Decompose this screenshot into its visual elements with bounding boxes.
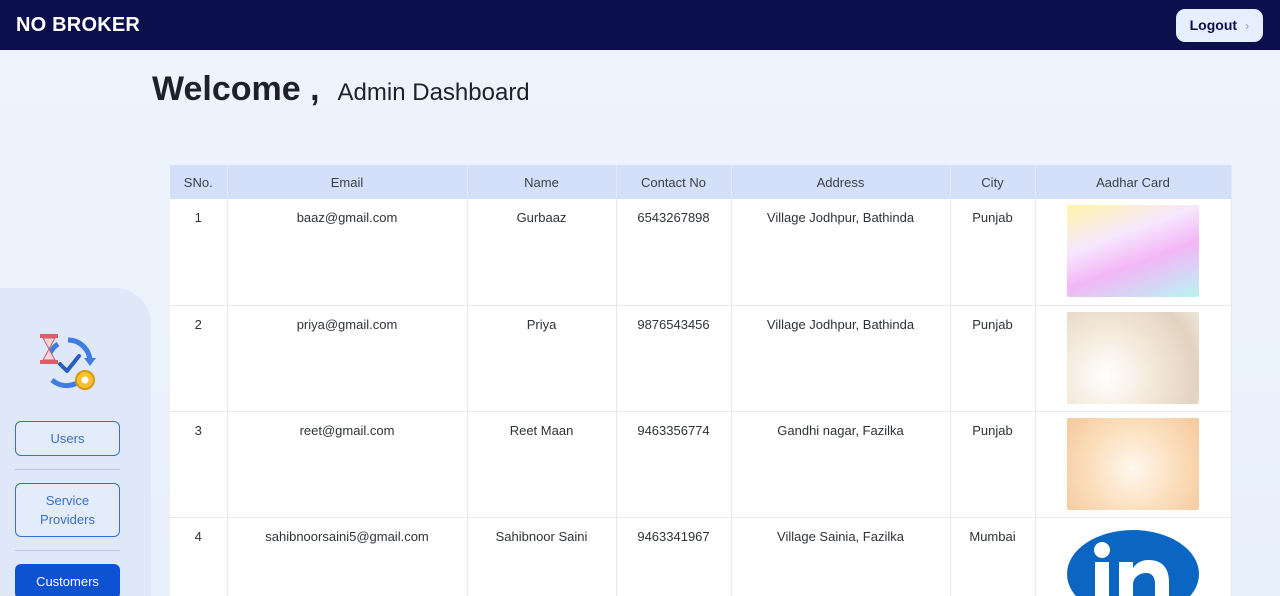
cell-aadhar <box>1035 199 1232 306</box>
cell-city: Punjab <box>950 305 1036 412</box>
cell-address: Village Jodhpur, Bathinda <box>731 199 951 306</box>
column-header-email[interactable]: Email <box>227 165 468 199</box>
column-header-city[interactable]: City <box>950 165 1036 199</box>
sidebar-divider <box>15 550 120 551</box>
cell-contact: 9876543456 <box>616 305 732 412</box>
column-header-address[interactable]: Address <box>731 165 951 199</box>
sidebar-item-label: Service Providers <box>40 493 95 527</box>
cell-sno: 4 <box>170 517 228 596</box>
table-row[interactable]: 1 baaz@gmail.com Gurbaaz 6543267898 Vill… <box>170 199 1232 306</box>
column-header-aadhar[interactable]: Aadhar Card <box>1035 165 1232 199</box>
cell-sno: 3 <box>170 411 228 518</box>
aadhar-card-image[interactable] <box>1067 205 1199 297</box>
column-header-name[interactable]: Name <box>467 165 617 199</box>
column-header-contact[interactable]: Contact No <box>616 165 732 199</box>
page-title: Welcome , Admin Dashboard <box>152 70 530 109</box>
cell-contact: 6543267898 <box>616 199 732 306</box>
cell-sno: 1 <box>170 199 228 306</box>
table-row[interactable]: 3 reet@gmail.com Reet Maan 9463356774 Ga… <box>170 411 1232 518</box>
chevron-right-icon: › <box>1245 17 1250 33</box>
cell-name: Reet Maan <box>467 411 617 518</box>
top-navbar: NO BROKER Logout › <box>0 0 1280 50</box>
aadhar-card-image[interactable] <box>1067 524 1199 596</box>
cell-city: Punjab <box>950 199 1036 306</box>
linkedin-logo-icon <box>1067 529 1199 596</box>
cell-contact: 9463341967 <box>616 517 732 596</box>
hourglass-cycle-gear-icon <box>40 334 96 390</box>
aadhar-card-image[interactable] <box>1067 417 1199 510</box>
logout-label: Logout <box>1189 17 1238 33</box>
sidebar-item-label: Customers <box>36 574 99 589</box>
table-row[interactable]: 4 sahibnoorsaini5@gmail.com Sahibnoor Sa… <box>170 517 1232 596</box>
cell-name: Priya <box>467 305 617 412</box>
cell-address: Gandhi nagar, Fazilka <box>731 411 951 518</box>
sidebar-item-customers[interactable]: Customers <box>15 564 120 596</box>
welcome-subtitle: Admin Dashboard <box>337 79 530 106</box>
sidebar: Users Service Providers Customers <box>0 288 151 596</box>
cell-aadhar <box>1035 305 1232 412</box>
cell-name: Sahibnoor Saini <box>467 517 617 596</box>
sidebar-item-users[interactable]: Users <box>15 421 120 456</box>
cell-email: priya@gmail.com <box>227 305 468 412</box>
cell-aadhar <box>1035 517 1232 596</box>
cell-address: Village Sainia, Fazilka <box>731 517 951 596</box>
cell-address: Village Jodhpur, Bathinda <box>731 305 951 412</box>
cell-email: reet@gmail.com <box>227 411 468 518</box>
cell-name: Gurbaaz <box>467 199 617 306</box>
cell-aadhar <box>1035 411 1232 518</box>
column-header-sno[interactable]: SNo. <box>170 165 228 199</box>
welcome-greeting: Welcome , <box>152 70 320 108</box>
table-row[interactable]: 2 priya@gmail.com Priya 9876543456 Villa… <box>170 305 1232 412</box>
cell-email: sahibnoorsaini5@gmail.com <box>227 517 468 596</box>
sidebar-divider <box>15 469 120 470</box>
cell-sno: 2 <box>170 305 228 412</box>
cell-contact: 9463356774 <box>616 411 732 518</box>
sidebar-item-label: Users <box>50 431 85 446</box>
cell-email: baaz@gmail.com <box>227 199 468 306</box>
aadhar-card-image[interactable] <box>1067 311 1199 404</box>
customers-table: SNo. Email Name Contact No Address City … <box>170 165 1232 596</box>
brand-logo[interactable]: NO BROKER <box>16 14 140 37</box>
sidebar-item-service-providers[interactable]: Service Providers <box>15 483 120 537</box>
table-header-row: SNo. Email Name Contact No Address City … <box>170 165 1232 199</box>
logout-button[interactable]: Logout › <box>1176 8 1263 42</box>
cell-city: Mumbai <box>950 517 1036 596</box>
cell-city: Punjab <box>950 411 1036 518</box>
